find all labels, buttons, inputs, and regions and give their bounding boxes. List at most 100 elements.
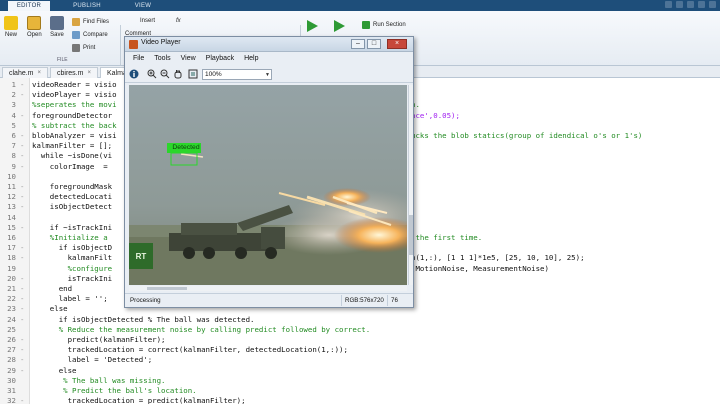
breakpoint-marker[interactable]: - (20, 111, 24, 121)
run-advance-icon (334, 20, 345, 32)
code-line[interactable]: 29- else (0, 366, 720, 376)
editor-tab[interactable]: cbires.m × (50, 67, 98, 78)
tab-publish[interactable]: PUBLISH (64, 1, 110, 11)
code-text: isTrackIni (32, 273, 113, 283)
breakpoint-marker[interactable]: - (20, 141, 24, 151)
run-and-advance-button[interactable] (333, 20, 345, 32)
code-line[interactable]: 26- predict(kalmanFilter); (0, 335, 720, 345)
maximize-button[interactable]: □ (367, 39, 381, 49)
compare-button[interactable]: Compare (72, 31, 108, 39)
code-line[interactable]: 24- if isObjectDetected % The ball was d… (0, 315, 720, 325)
code-line[interactable]: 28- label = 'Detected'; (0, 355, 720, 365)
quick-access-icon[interactable] (665, 1, 672, 8)
breakpoint-marker[interactable]: - (20, 151, 24, 161)
quick-access-icon[interactable] (687, 1, 694, 8)
close-icon[interactable]: × (87, 68, 91, 79)
code-text: if ~isTrackIni (32, 222, 113, 232)
tab-editor[interactable]: EDITOR (8, 1, 50, 11)
folder-icon (27, 16, 42, 30)
breakpoint-marker[interactable]: - (20, 80, 24, 90)
breakpoint-marker[interactable]: - (20, 182, 24, 192)
video-player-window[interactable]: Video Player – □ × File Tools View Playb… (124, 36, 414, 308)
editor-tab[interactable]: clahe.m × (2, 67, 49, 79)
line-number: 4 (11, 110, 16, 120)
breakpoint-marker[interactable]: - (20, 162, 24, 172)
code-line[interactable]: 27- trackedLocation = correct(kalmanFilt… (0, 345, 720, 355)
breakpoint-marker[interactable]: - (20, 223, 24, 233)
breakpoint-marker[interactable]: - (20, 315, 24, 325)
breakpoint-marker[interactable]: - (20, 131, 24, 141)
quick-access-icon[interactable] (709, 1, 716, 8)
line-number: 8 (11, 151, 16, 161)
breakpoint-marker[interactable]: - (20, 90, 24, 100)
code-text: if isObjectDetected % The ball was detec… (32, 314, 255, 324)
vertical-scrollbar[interactable] (408, 85, 413, 285)
menu-help[interactable]: Help (244, 53, 258, 65)
resolution-readout: RGB:576x720 (341, 295, 384, 306)
scroll-thumb[interactable] (409, 215, 413, 255)
run-section-button[interactable]: Run Section (362, 21, 406, 29)
video-player-toolbar: 100% ▼ (125, 66, 413, 83)
open-button[interactable]: Open (27, 16, 42, 38)
breakpoint-marker[interactable]: - (20, 335, 24, 345)
zoom-out-icon[interactable] (160, 69, 170, 79)
breakpoint-marker[interactable]: - (20, 355, 24, 365)
info-icon[interactable] (129, 69, 139, 79)
minimize-button[interactable]: – (351, 39, 365, 49)
breakpoint-marker[interactable]: - (20, 345, 24, 355)
breakpoint-marker[interactable]: - (20, 284, 24, 294)
video-scene (129, 85, 407, 285)
video-player-titlebar[interactable]: Video Player – □ × (125, 37, 413, 52)
code-line[interactable]: 25 % Reduce the measurement noise by cal… (0, 325, 720, 335)
insert-button[interactable]: Insert (140, 18, 155, 24)
fit-to-window-icon[interactable] (188, 69, 198, 79)
breakpoint-marker[interactable]: - (20, 274, 24, 284)
quick-access-icon[interactable] (676, 1, 683, 8)
run-section-icon (362, 21, 370, 29)
code-text: label = 'Detected'; (32, 355, 153, 365)
zoom-select[interactable]: 100% ▼ (202, 69, 272, 80)
quick-access-icon[interactable] (698, 1, 705, 8)
breakpoint-marker[interactable]: - (20, 243, 24, 253)
breakpoint-marker[interactable]: - (20, 202, 24, 212)
pan-hand-icon[interactable] (173, 69, 183, 79)
function-button[interactable]: fx (176, 18, 181, 24)
line-number: 2 (11, 90, 16, 100)
run-button[interactable] (306, 20, 318, 32)
code-text: %Initialize a (32, 233, 113, 242)
find-files-button[interactable]: Find Files (72, 18, 109, 26)
breakpoint-marker[interactable]: - (20, 294, 24, 304)
ribbon-group-file: FILE (57, 57, 68, 63)
close-icon[interactable]: × (38, 68, 42, 79)
menu-playback[interactable]: Playback (206, 53, 234, 65)
line-number: 31 (7, 386, 16, 395)
code-text: blobAnalyzer = visi (32, 131, 117, 140)
menu-file[interactable]: File (133, 53, 144, 65)
print-button[interactable]: Print (72, 44, 95, 52)
breakpoint-marker[interactable]: - (20, 192, 24, 202)
menu-tools[interactable]: Tools (154, 53, 170, 65)
horizontal-scrollbar[interactable] (129, 286, 407, 291)
code-line[interactable]: 32- trackedLocation = predict(kalmanFilt… (0, 396, 720, 404)
video-player-menubar: File Tools View Playback Help (125, 53, 413, 65)
breakpoint-marker[interactable]: - (20, 304, 24, 314)
line-number: 25 (7, 324, 16, 334)
ribbon-divider (120, 25, 121, 65)
line-number: 10 (7, 171, 16, 181)
code-line[interactable]: 30 % The ball was missing. (0, 376, 720, 386)
line-number: 6 (11, 131, 16, 140)
new-button[interactable]: New (4, 16, 18, 38)
close-button[interactable]: × (387, 39, 407, 49)
code-text: else (32, 365, 77, 375)
scroll-thumb[interactable] (147, 287, 187, 290)
code-text: foregroundMask (32, 182, 113, 191)
code-text: foregroundDetector (32, 110, 117, 120)
zoom-in-icon[interactable] (147, 69, 157, 79)
breakpoint-marker[interactable]: - (20, 253, 24, 263)
save-button[interactable]: Save (50, 16, 64, 38)
menu-view[interactable]: View (181, 53, 196, 65)
breakpoint-marker[interactable]: - (20, 396, 24, 404)
code-line[interactable]: 31 % Predict the ball's location. (0, 386, 720, 396)
breakpoint-marker[interactable]: - (20, 366, 24, 376)
tab-view[interactable]: VIEW (126, 1, 160, 11)
